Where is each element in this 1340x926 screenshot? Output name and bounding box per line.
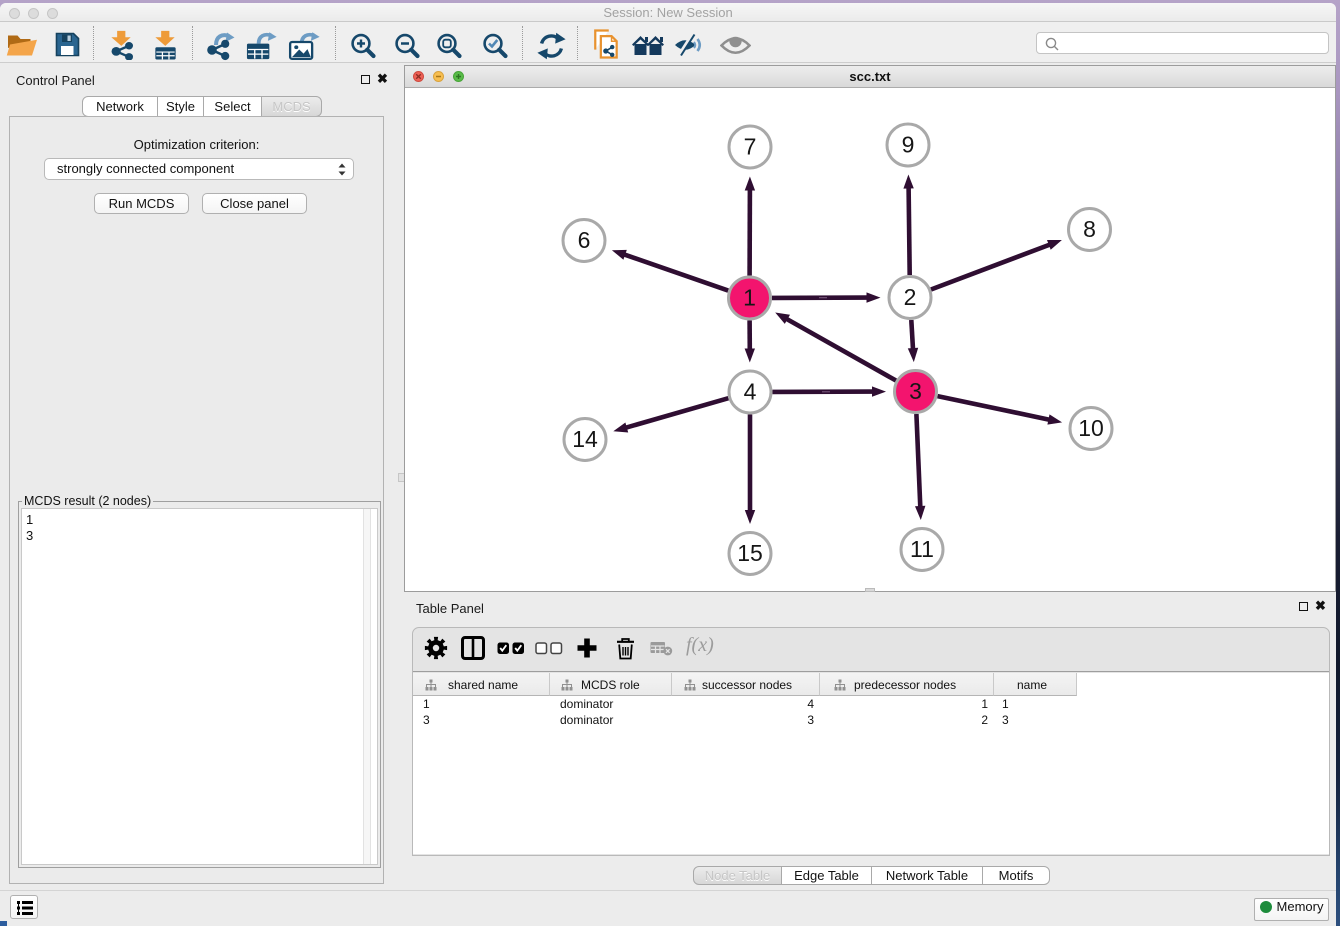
svg-text:4: 4: [744, 379, 757, 405]
svg-text:14: 14: [572, 426, 598, 452]
svg-text:1: 1: [743, 285, 756, 311]
svg-text:15: 15: [737, 540, 763, 566]
svg-text:10: 10: [1078, 415, 1104, 441]
svg-text:8: 8: [1083, 216, 1096, 242]
svg-text:7: 7: [744, 134, 757, 160]
svg-text:9: 9: [902, 132, 915, 158]
svg-text:3: 3: [909, 378, 922, 404]
svg-text:2: 2: [904, 284, 917, 310]
svg-text:11: 11: [910, 536, 934, 562]
svg-text:6: 6: [578, 227, 591, 253]
